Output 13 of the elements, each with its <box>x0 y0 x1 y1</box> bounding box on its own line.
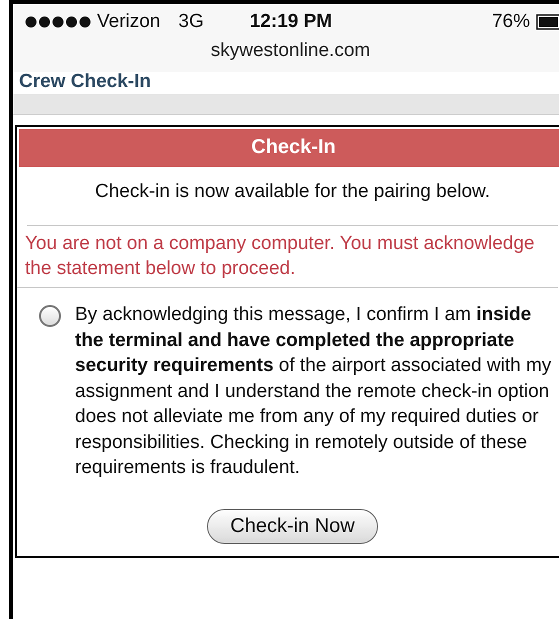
acknowledge-checkbox[interactable] <box>39 305 61 327</box>
signal-icon <box>25 16 91 28</box>
battery-percent: 76% <box>492 11 530 33</box>
page-title: Crew Check-In <box>19 72 151 91</box>
clock-time: 12:19 PM <box>250 11 332 33</box>
check-in-now-button[interactable]: Check-in Now <box>207 508 378 544</box>
carrier-name: Verizon <box>97 11 160 33</box>
battery-icon <box>536 14 559 30</box>
acknowledgement-statement: By acknowledging this message, I confirm I am inside the terminal and have completed the appropriate security requirements of the airport associated with my assignment and I understand the remote check-in option does not alleviate me from any of my required duties or responsibilities. Checking in remotely outside of these requirements is fraudulent. <box>75 303 552 480</box>
warning-message: You are not on a company computer. You must acknowledge the statement below to proceed. <box>17 226 558 288</box>
network-type: 3G <box>178 11 204 33</box>
panel-title: Check-In <box>19 129 559 167</box>
availability-notice: Check-in is now available for the pairing below. <box>27 167 558 226</box>
